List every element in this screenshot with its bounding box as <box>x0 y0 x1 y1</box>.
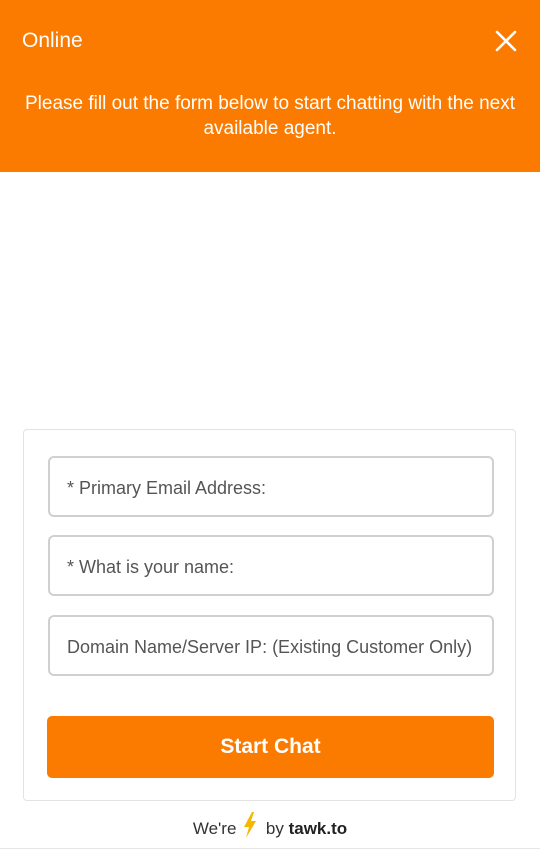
prechat-form: * Primary Email Address: * What is your … <box>23 429 516 801</box>
start-chat-button[interactable]: Start Chat <box>47 716 494 778</box>
tawk-to-link[interactable]: tawk.to <box>289 819 348 838</box>
name-field[interactable]: * What is your name: <box>48 535 494 596</box>
divider <box>0 848 540 849</box>
email-placeholder: * Primary Email Address: <box>67 478 267 498</box>
chat-header: Online Please fill out the form below to… <box>0 0 540 172</box>
footer-by: by <box>265 818 284 838</box>
footer-prefix: We're <box>192 818 237 838</box>
email-field[interactable]: * Primary Email Address: <box>48 456 494 517</box>
close-icon[interactable] <box>492 27 520 55</box>
lightning-bolt-icon <box>243 812 257 847</box>
domain-placeholder: Domain Name/Server IP: (Existing Custome… <box>67 637 473 657</box>
name-placeholder: * What is your name: <box>67 557 235 577</box>
status-label: Online <box>22 29 83 52</box>
powered-by-footer: We're by tawk.to <box>0 812 540 847</box>
intro-text: Please fill out the form below to start … <box>24 93 516 139</box>
domain-field[interactable]: Domain Name/Server IP: (Existing Custome… <box>48 615 494 676</box>
